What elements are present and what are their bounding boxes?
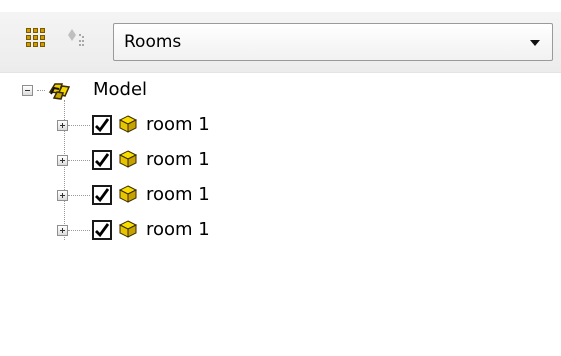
filter-select[interactable]: Rooms — [113, 23, 553, 61]
tree-node-label: room 1 — [146, 219, 210, 240]
chevron-down-icon[interactable] — [530, 40, 540, 46]
tree-node-room[interactable]: room 1 — [57, 216, 257, 246]
tree-node-root[interactable]: Model — [22, 76, 222, 106]
tree-connector — [68, 195, 90, 196]
grid-icon[interactable] — [26, 28, 45, 47]
model-tree: Model room 1 room 1 room 1 room 1 — [0, 72, 561, 356]
tree-node-room[interactable]: room 1 — [57, 146, 257, 176]
visibility-checkbox[interactable] — [92, 115, 112, 135]
tree-node-label: Model — [93, 79, 148, 100]
tree-connector — [68, 160, 90, 161]
room-icon — [118, 184, 138, 204]
expand-toggle[interactable] — [57, 190, 68, 201]
toolbar: Rooms — [0, 0, 561, 73]
tree-node-room[interactable]: room 1 — [57, 111, 257, 141]
collapse-toggle[interactable] — [22, 85, 33, 96]
filter-select-value: Rooms — [124, 32, 182, 52]
tree-node-room[interactable]: room 1 — [57, 181, 257, 211]
room-icon — [118, 149, 138, 169]
filter-icon[interactable] — [66, 26, 96, 50]
visibility-checkbox[interactable] — [92, 185, 112, 205]
tree-node-label: room 1 — [146, 114, 210, 135]
tree-connector — [68, 125, 90, 126]
model-icon — [47, 76, 73, 102]
room-icon — [118, 219, 138, 239]
tree-node-label: room 1 — [146, 149, 210, 170]
tree-node-label: room 1 — [146, 184, 210, 205]
expand-toggle[interactable] — [57, 225, 68, 236]
room-icon — [118, 114, 138, 134]
expand-toggle[interactable] — [57, 155, 68, 166]
visibility-checkbox[interactable] — [92, 220, 112, 240]
expand-toggle[interactable] — [57, 120, 68, 131]
visibility-checkbox[interactable] — [92, 150, 112, 170]
tree-connector — [68, 230, 90, 231]
